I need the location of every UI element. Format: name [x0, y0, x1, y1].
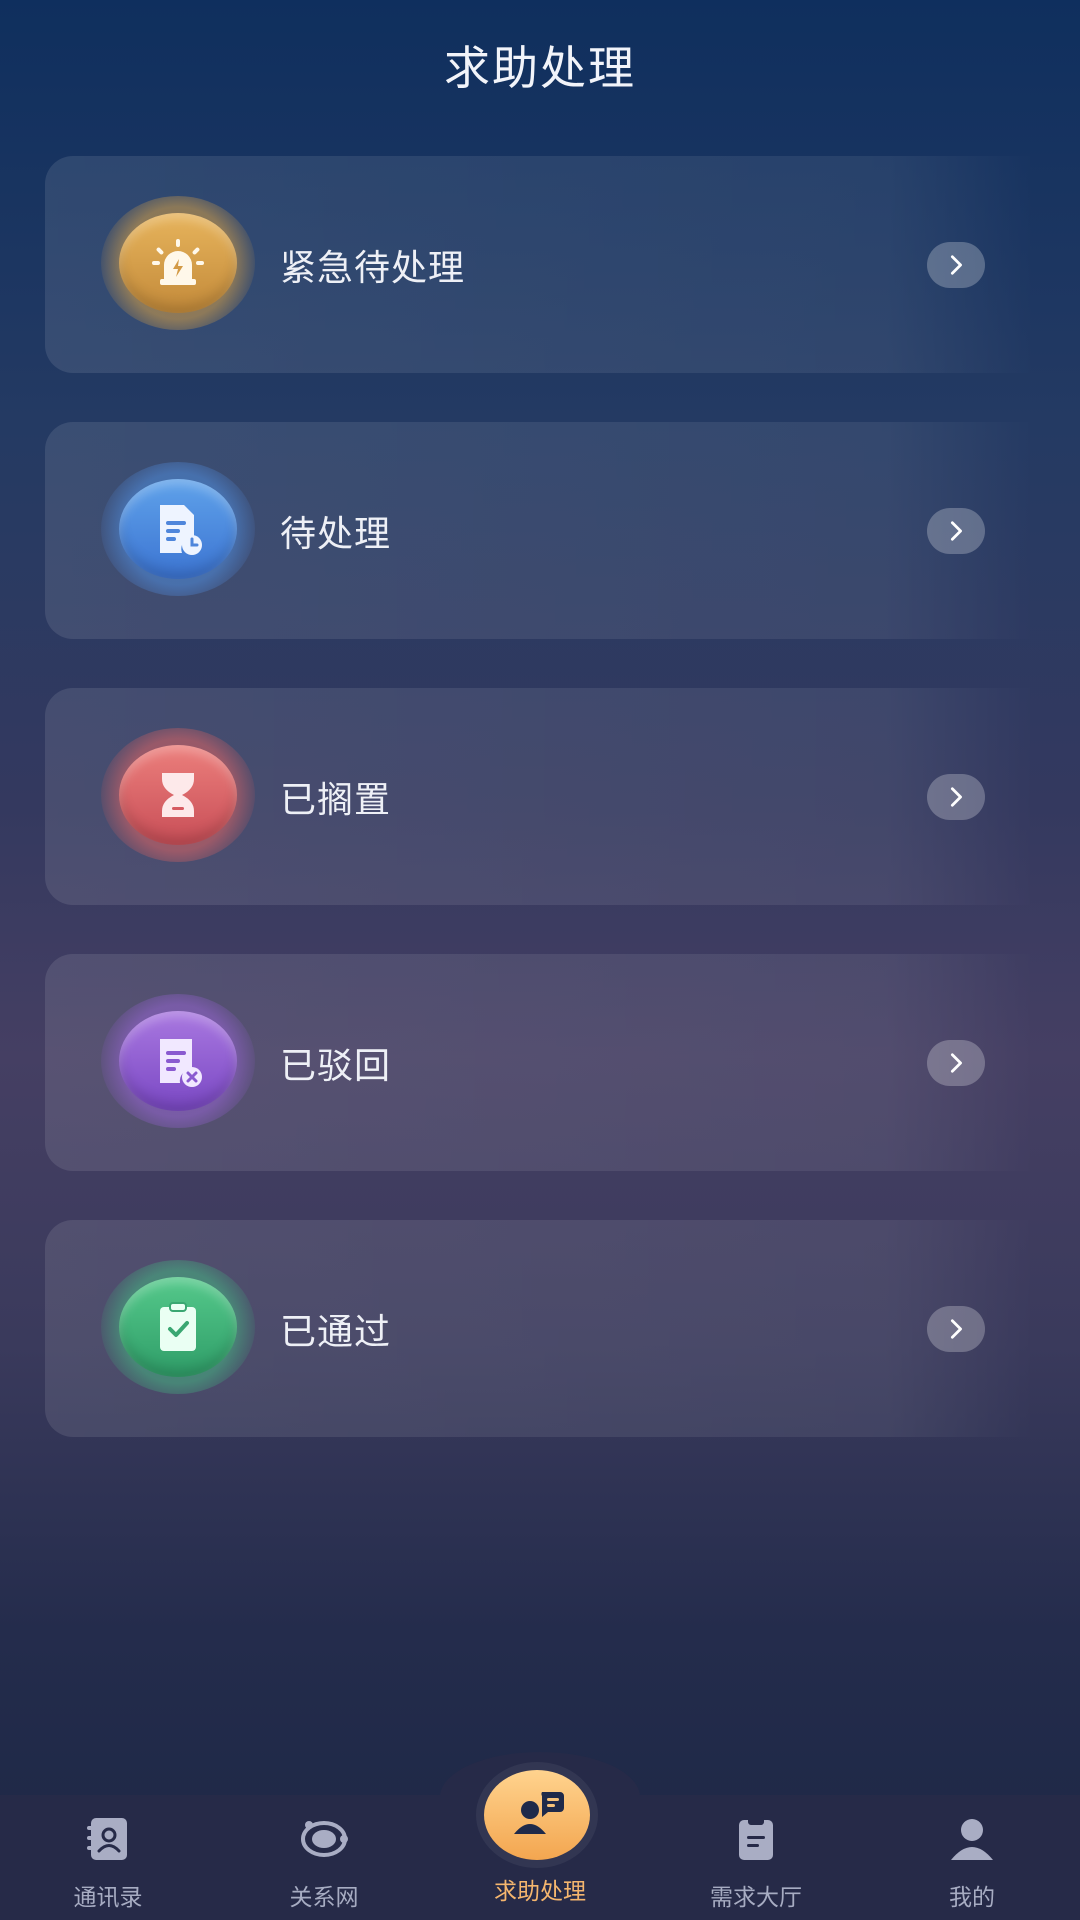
contacts-book-icon	[87, 1818, 127, 1860]
tab-label: 需求大厅	[710, 1885, 802, 1911]
clipboard-list-icon	[739, 1817, 773, 1860]
tab-contacts[interactable]: 通讯录	[0, 1812, 216, 1912]
tab-profile[interactable]: 我的	[864, 1812, 1080, 1912]
tab-label: 关系网	[289, 1885, 359, 1911]
help-chat-user-icon	[514, 1792, 564, 1834]
tab-help-processing[interactable]	[484, 1770, 590, 1860]
menu-item-label: 已驳回	[280, 1045, 392, 1087]
clipboard-check-icon	[160, 1302, 196, 1351]
menu-item-label: 紧急待处理	[280, 247, 466, 289]
menu-item-pending[interactable]: 待处理	[45, 422, 1035, 639]
menu-item-approved[interactable]: 已通过	[45, 1220, 1035, 1437]
document-reject-icon	[160, 1039, 202, 1087]
chevron-right-icon[interactable]	[927, 774, 985, 820]
menu-item-urgent-pending[interactable]: 紧急待处理	[45, 156, 1035, 373]
menu-item-label: 已通过	[280, 1311, 392, 1353]
urgent-icon-badge	[101, 196, 255, 330]
rejected-icon-badge	[101, 994, 255, 1128]
tab-label: 通讯录	[73, 1885, 143, 1911]
tab-label-active: 求助处理	[494, 1879, 586, 1905]
tab-demand-hall[interactable]: 需求大厅	[648, 1812, 864, 1912]
chevron-right-icon[interactable]	[927, 1306, 985, 1352]
chevron-right-icon[interactable]	[927, 508, 985, 554]
menu-item-label: 已搁置	[280, 779, 392, 821]
user-profile-icon	[951, 1819, 993, 1860]
orbit-network-icon	[301, 1821, 348, 1857]
menu-item-shelved[interactable]: 已搁置	[45, 688, 1035, 905]
menu-item-rejected[interactable]: 已驳回	[45, 954, 1035, 1171]
shelved-icon-badge	[101, 728, 255, 862]
page-title: 求助处理	[444, 41, 636, 95]
pending-icon-badge	[101, 462, 255, 596]
hourglass-icon	[162, 773, 194, 817]
tab-network[interactable]: 关系网	[216, 1812, 432, 1912]
menu-item-label: 待处理	[280, 513, 392, 555]
document-clock-icon	[160, 505, 202, 555]
chevron-right-icon[interactable]	[927, 242, 985, 288]
tab-label: 我的	[949, 1885, 995, 1911]
approved-icon-badge	[101, 1260, 255, 1394]
chevron-right-icon[interactable]	[927, 1040, 985, 1086]
alarm-light-icon	[152, 239, 204, 285]
